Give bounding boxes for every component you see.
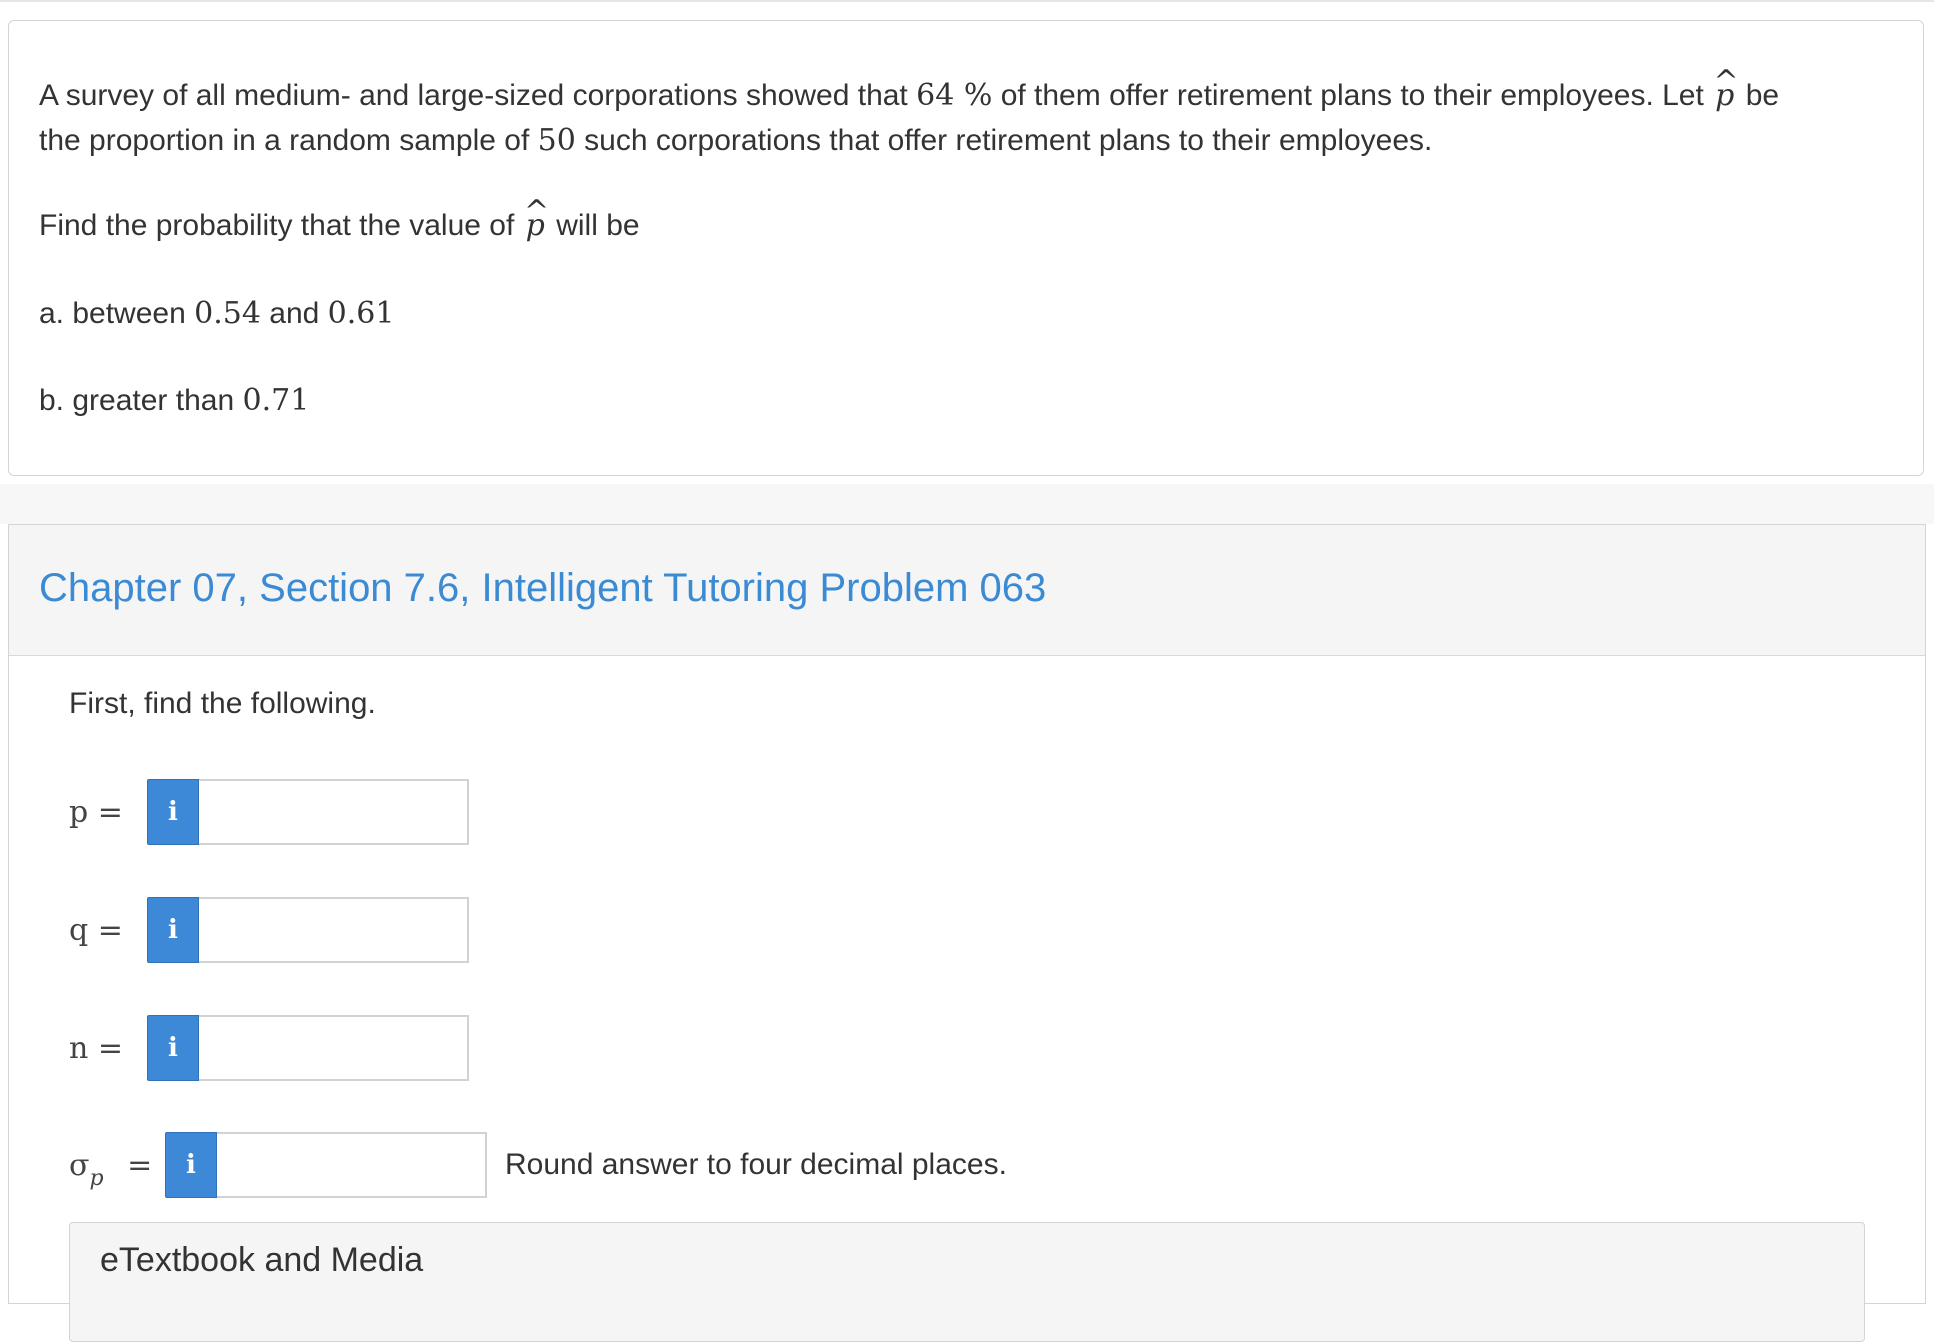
info-icon[interactable]: i [147,1015,199,1081]
top-divider [0,0,1934,2]
tutoring-panel: Chapter 07, Section 7.6, Intelligent Tut… [8,524,1926,1342]
part-b: b. greater than 0.71 [39,383,310,418]
q-input[interactable] [199,897,469,963]
q-answer-row: q = i [69,897,469,963]
info-icon[interactable]: i [165,1132,217,1198]
sample-size: 50 [537,123,576,158]
sigma-phat-answer-row: σp = i Round answer to four decimal plac… [69,1132,1007,1198]
problem-statement-card: A survey of all medium- and large-sized … [8,20,1924,476]
problem-question: Find the probability that the value of p… [39,203,640,248]
info-icon[interactable]: i [147,897,199,963]
tutoring-header: Chapter 07, Section 7.6, Intelligent Tut… [9,525,1925,656]
n-label: n = [69,1030,123,1066]
q-label: q = [69,912,123,948]
part-a: a. between 0.54 and 0.61 [39,296,395,331]
sigma-phat-label: σp = [69,1147,153,1191]
p-answer-row: p = i [69,779,469,845]
problem-intro-line-1: A survey of all medium- and large-sized … [39,73,1779,118]
percent-value: 64 % [916,78,993,113]
section-gap [0,484,1934,524]
p-hat-symbol: p [523,203,548,248]
n-input[interactable] [199,1015,469,1081]
info-icon[interactable]: i [147,779,199,845]
rounding-hint: Round answer to four decimal places. [505,1148,1007,1181]
etextbook-media-section[interactable]: eTextbook and Media [69,1222,1865,1342]
tutoring-problem-title: Chapter 07, Section 7.6, Intelligent Tut… [39,566,1047,610]
p-hat-symbol: p [1712,73,1737,118]
n-answer-row: n = i [69,1015,469,1081]
etextbook-media-label: eTextbook and Media [100,1241,424,1279]
sigma-phat-input[interactable] [217,1132,487,1198]
problem-intro-line-2: the proportion in a random sample of 50 … [39,123,1433,158]
instruction-text: First, find the following. [69,687,376,720]
p-label: p = [69,794,123,830]
p-input[interactable] [199,779,469,845]
